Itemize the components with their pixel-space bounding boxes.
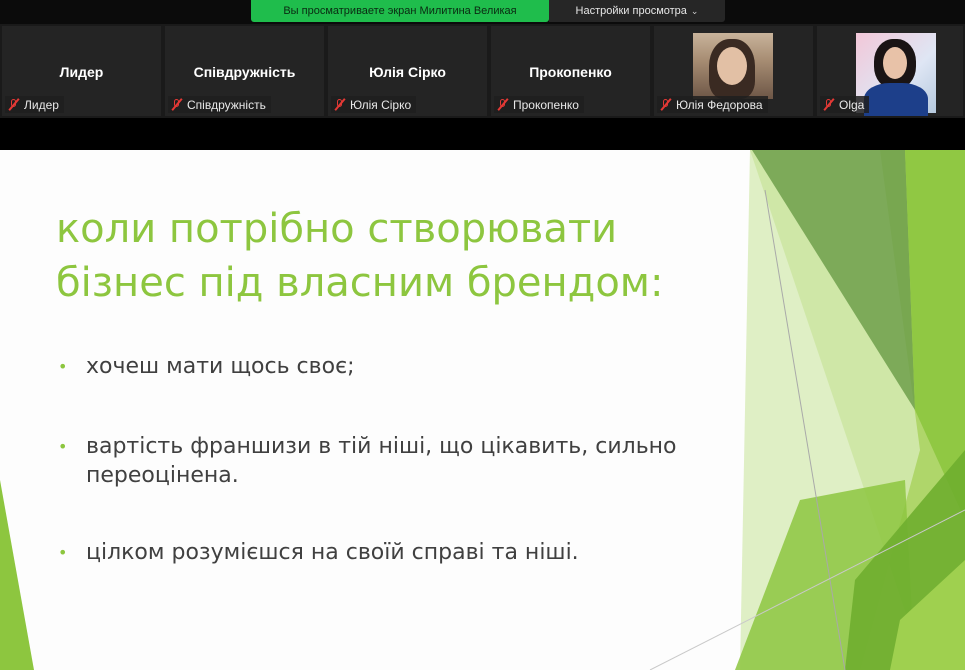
bullet-text-continued: переоцінена.	[86, 463, 239, 488]
participant-name: Лидер	[24, 97, 59, 112]
participant-name-tag: Юлія Сірко	[331, 96, 417, 113]
participant-tile[interactable]: Юлія Сірко Юлія Сірко	[328, 26, 487, 116]
muted-mic-icon	[333, 98, 346, 111]
muted-mic-icon	[170, 98, 183, 111]
view-options-label: Настройки просмотра	[575, 5, 687, 17]
participant-tile[interactable]: Прокопенко Прокопенко	[491, 26, 650, 116]
participant-name-tag: Співдружність	[168, 96, 271, 113]
chevron-down-icon: ⌄	[690, 5, 699, 16]
slide-bullet: • цілком розумієшся на своїй справі та н…	[58, 538, 579, 567]
top-bar: Вы просматриваете экран Милитина Великая…	[0, 0, 965, 24]
muted-mic-icon	[659, 98, 672, 111]
bullet-text: хочеш мати щось своє;	[86, 354, 355, 379]
muted-mic-icon	[496, 98, 509, 111]
view-options-button[interactable]: Настройки просмотра ⌄	[549, 0, 725, 22]
slide-bullet: • вартість франшизи в тій ніші, що цікав…	[58, 432, 677, 490]
bullet-text: цілком розумієшся на своїй справі та ніш…	[86, 540, 579, 565]
participant-display-name: Лидер	[59, 64, 104, 80]
participant-tile[interactable]: Співдружність Співдружність	[165, 26, 324, 116]
bullet-icon: •	[58, 543, 68, 562]
participant-tile[interactable]: Юлія Федорова	[654, 26, 813, 116]
participant-name-tag: Юлія Федорова	[657, 96, 768, 113]
muted-mic-icon	[822, 98, 835, 111]
participant-name-tag: Прокопенко	[494, 96, 584, 113]
participant-name: Olga	[839, 97, 865, 112]
bullet-icon: •	[58, 437, 68, 456]
participant-tile[interactable]: Olga	[817, 26, 963, 116]
slide-title: коли потрібно створювати бізнес під влас…	[56, 202, 696, 310]
participant-tile[interactable]: Лидер Лидер	[2, 26, 161, 116]
shared-screen-slide: коли потрібно створювати бізнес під влас…	[0, 150, 965, 670]
participant-name: Прокопенко	[513, 97, 579, 112]
participant-strip: Лидер Лидер Співдружність Співдружність …	[0, 24, 965, 118]
screen-share-banner-text: Вы просматриваете экран Милитина Великая	[283, 5, 517, 17]
participant-display-name: Співдружність	[193, 64, 296, 80]
slide-title-line: бізнес під власним брендом:	[56, 260, 664, 306]
participant-display-name: Юлія Сірко	[369, 64, 446, 80]
participant-video	[693, 33, 773, 99]
bullet-text: вартість франшизи в тій ніші, що цікавит…	[86, 434, 677, 459]
bullet-icon: •	[58, 357, 68, 376]
divider	[0, 118, 965, 150]
slide-title-line: коли потрібно створювати	[56, 206, 618, 252]
participant-name: Юлія Федорова	[676, 97, 763, 112]
participant-name: Співдружність	[187, 97, 266, 112]
participant-name: Юлія Сірко	[350, 97, 412, 112]
screen-share-banner: Вы просматриваете экран Милитина Великая	[251, 0, 549, 22]
participant-name-tag: Лидер	[5, 96, 64, 113]
slide-bullet: • хочеш мати щось своє;	[58, 352, 355, 381]
muted-mic-icon	[7, 98, 20, 111]
participant-display-name: Прокопенко	[529, 64, 612, 80]
participant-name-tag: Olga	[820, 96, 870, 113]
